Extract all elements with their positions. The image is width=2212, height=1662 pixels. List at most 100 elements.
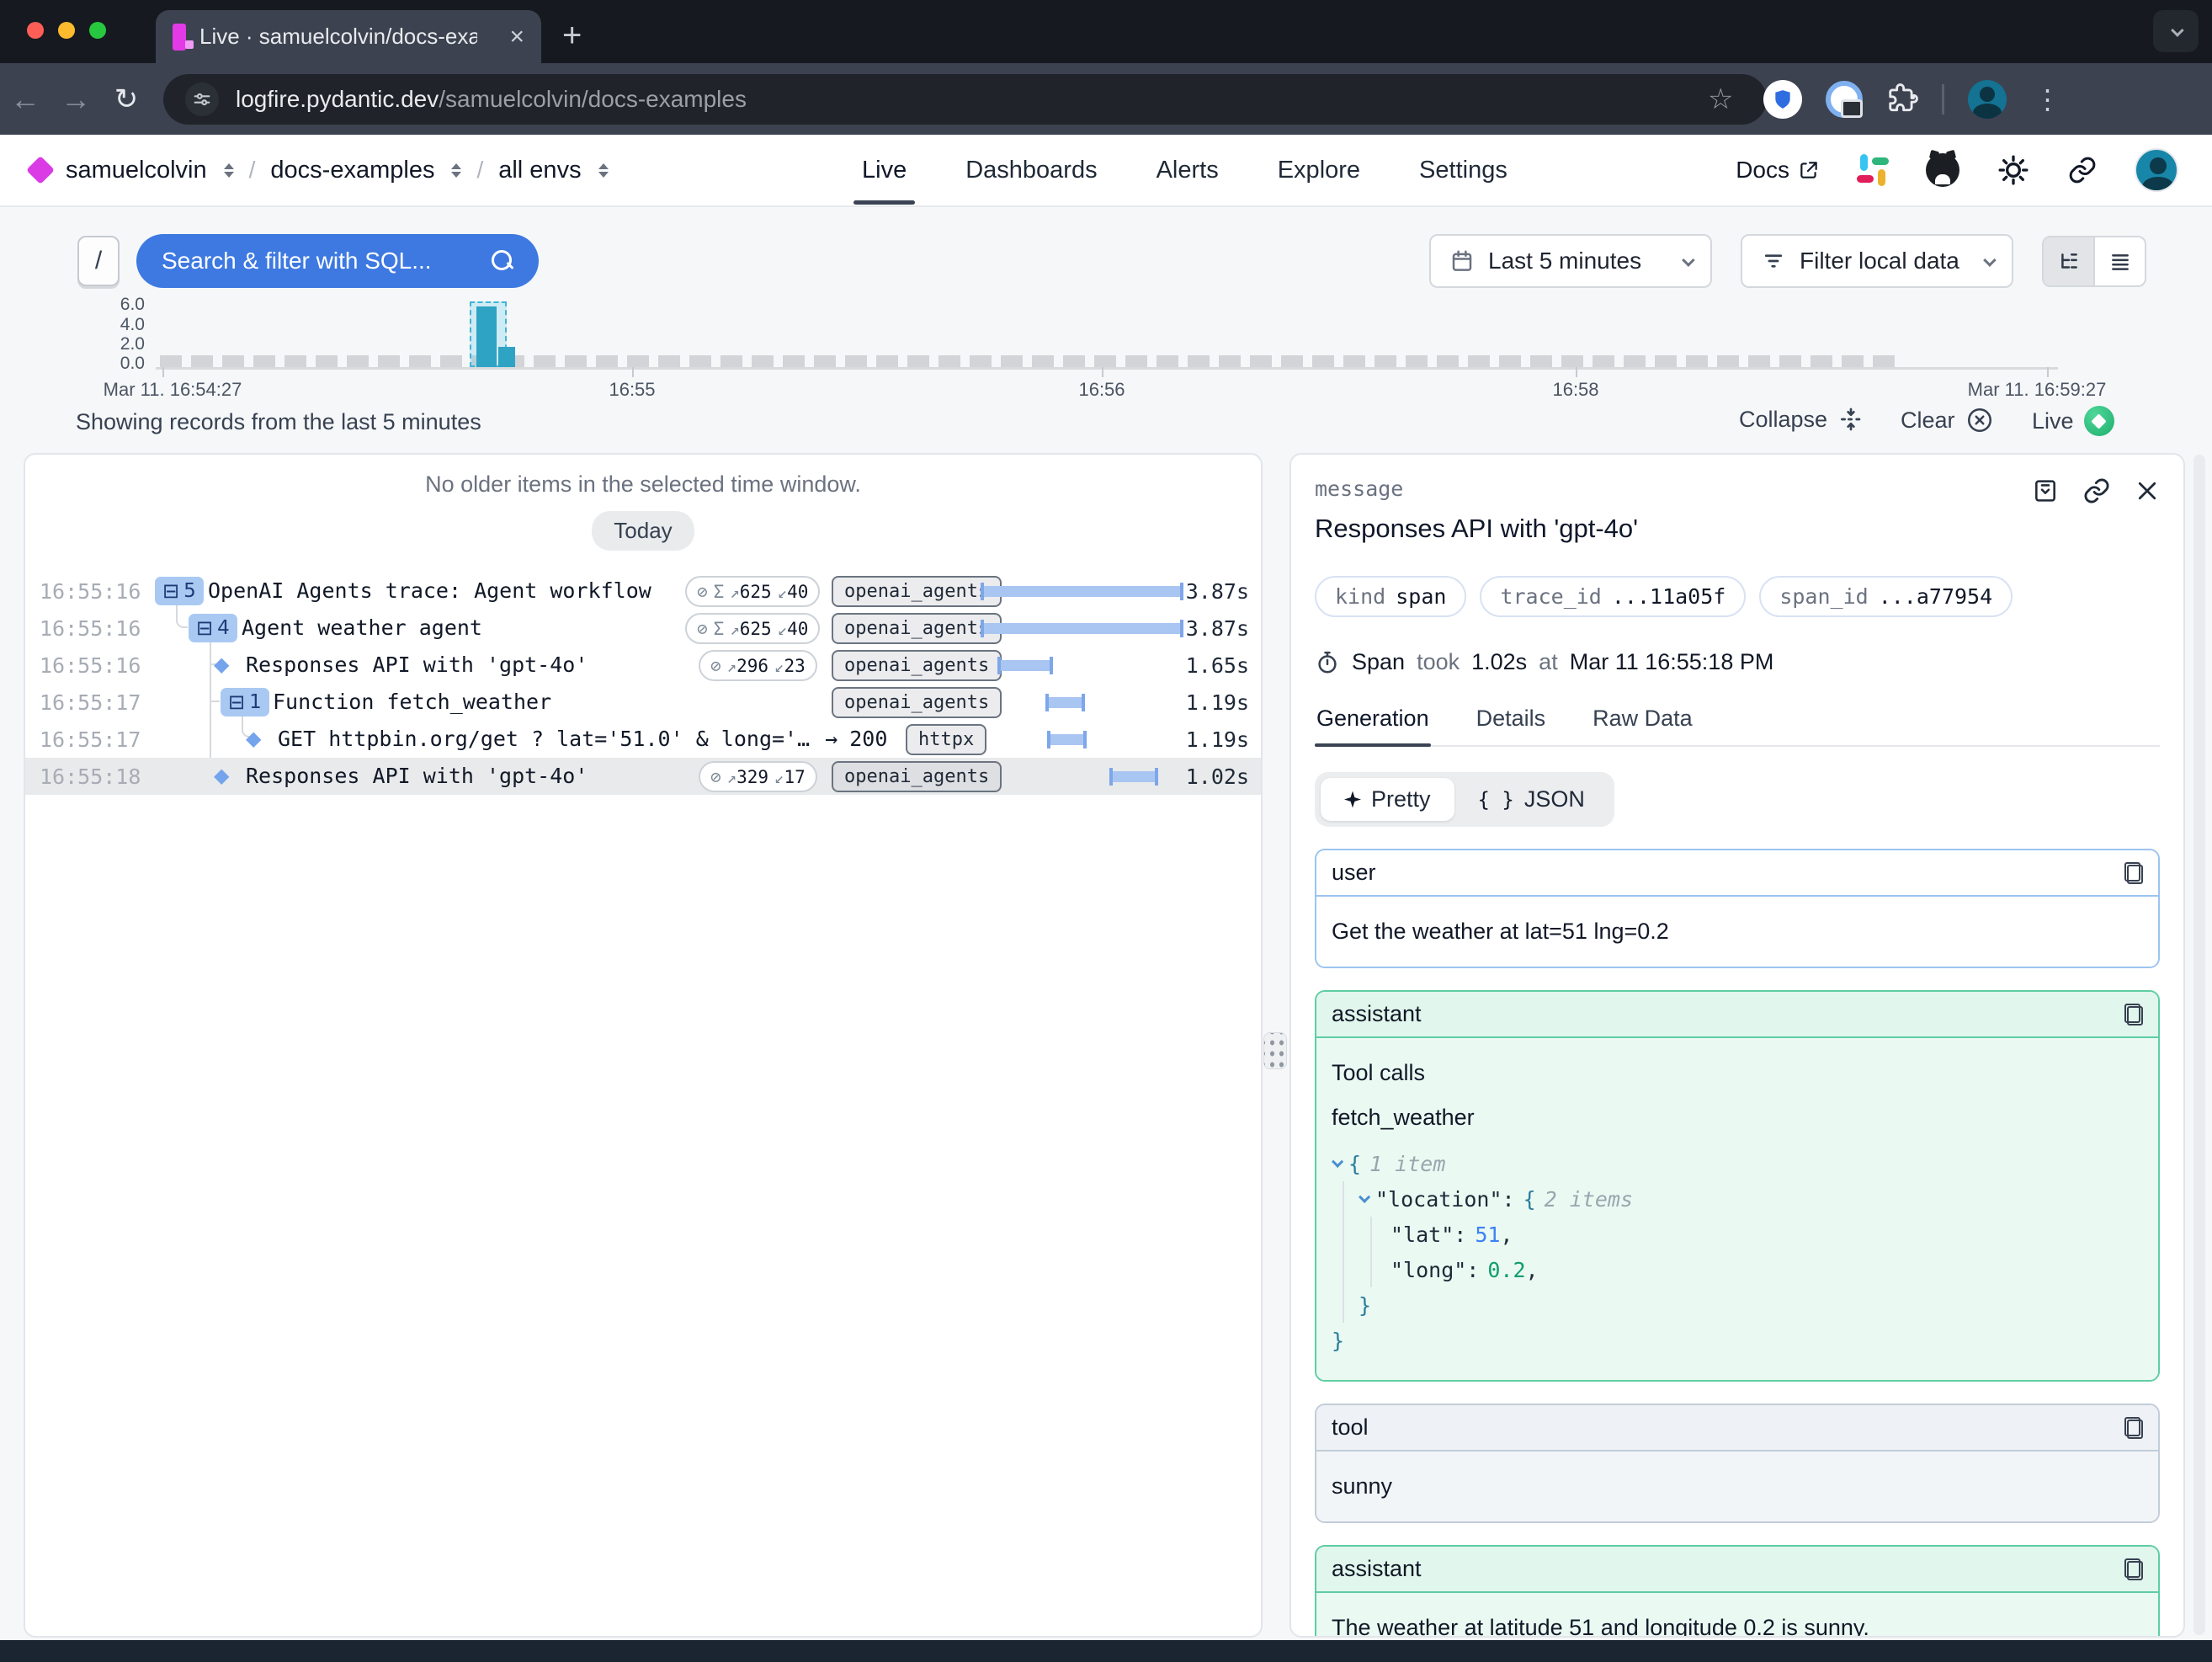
- site-settings-icon[interactable]: [185, 83, 219, 116]
- copy-icon[interactable]: [2124, 862, 2143, 884]
- tree-view-button[interactable]: [2044, 237, 2093, 285]
- scope-tag[interactable]: openai_agents: [832, 687, 1002, 718]
- bookmark-star-icon[interactable]: ☆: [1708, 83, 1733, 116]
- github-icon[interactable]: [1926, 153, 1959, 187]
- project-switcher-icon[interactable]: [451, 163, 461, 178]
- new-tab-button[interactable]: +: [562, 19, 582, 52]
- list-view-button[interactable]: [2093, 237, 2145, 285]
- user-avatar[interactable]: [2135, 148, 2178, 192]
- records-status-text: Showing records from the last 5 minutes: [76, 409, 481, 435]
- duration-bar: [1045, 697, 1085, 708]
- input-tokens-arrow-icon: ↗: [730, 583, 739, 602]
- chart-bar[interactable]: [498, 347, 515, 367]
- url-host: logfire.pydantic.dev: [236, 86, 439, 112]
- scope-tag[interactable]: openai_agents: [832, 650, 1002, 681]
- share-link-icon[interactable]: [2067, 155, 2098, 185]
- tab-live[interactable]: Live: [859, 136, 910, 205]
- table-row[interactable]: 16:55:17 ◆ GET httpbin.org/get ? lat='51…: [25, 721, 1261, 758]
- app-nav: samuelcolvin / docs-examples / all envs …: [0, 135, 2212, 207]
- panel-splitter-handle[interactable]: [1263, 1032, 1287, 1069]
- scope-tag[interactable]: openai_agents: [832, 576, 1002, 607]
- browser-menu-icon[interactable]: ⋮: [2034, 83, 2060, 115]
- search-input[interactable]: Search & filter with SQL...: [136, 234, 539, 288]
- activity-timeline-chart[interactable]: 6.0 4.0 2.0 0.0 Mar 11. 16:54:27 16:55 1…: [0, 295, 2212, 402]
- scrollbar[interactable]: [2193, 455, 2205, 1635]
- tool-calls-label: Tool calls: [1332, 1060, 2143, 1086]
- json-location-line[interactable]: "location": { 2 items: [1359, 1181, 2143, 1217]
- table-row[interactable]: 16:55:16 ⊟4 Agent weather agent ⊘Σ ↗625 …: [25, 610, 1261, 647]
- bitwarden-extension-icon[interactable]: [1763, 80, 1802, 119]
- json-view-button[interactable]: { } JSON: [1454, 778, 1608, 821]
- span-id-pill[interactable]: span_id...a77954: [1759, 576, 2013, 617]
- scope-tag[interactable]: openai_agents: [832, 613, 1002, 644]
- tab-explore[interactable]: Explore: [1274, 136, 1364, 205]
- tab-alerts[interactable]: Alerts: [1153, 136, 1222, 205]
- collapse-chevron-icon[interactable]: [1332, 1156, 1343, 1168]
- address-bar[interactable]: logfire.pydantic.dev/samuelcolvin/docs-e…: [163, 74, 1767, 125]
- extensions-puzzle-icon[interactable]: [1886, 83, 1918, 115]
- env-switcher-icon[interactable]: [598, 163, 609, 178]
- copy-icon[interactable]: [2124, 1417, 2143, 1439]
- span-duration: 1.02s: [1186, 764, 1249, 789]
- forward-button[interactable]: →: [51, 82, 101, 117]
- tab-settings[interactable]: Settings: [1416, 136, 1511, 205]
- archive-icon[interactable]: [2032, 477, 2059, 504]
- copy-link-icon[interactable]: [2082, 477, 2111, 505]
- table-row[interactable]: 16:55:17 ⊟1 Function fetch_weather opena…: [25, 684, 1261, 721]
- collapse-chevron-icon[interactable]: [1359, 1191, 1370, 1203]
- trace-id-pill[interactable]: trace_id...11a05f: [1480, 576, 1746, 617]
- duration-bar: [981, 586, 1183, 597]
- slack-icon[interactable]: [1857, 154, 1889, 186]
- copy-icon[interactable]: [2124, 1558, 2143, 1580]
- scope-tag[interactable]: openai_agents: [832, 761, 1002, 792]
- table-row[interactable]: 16:55:16 ◆ Responses API with 'gpt-4o' ⊘…: [25, 647, 1261, 684]
- scope-tag[interactable]: httpx: [906, 724, 986, 755]
- browser-tab[interactable]: Live · samuelcolvin/docs-exa ×: [156, 10, 541, 63]
- window-minimize-button[interactable]: [58, 22, 75, 39]
- docs-link[interactable]: Docs: [1736, 157, 1820, 184]
- y-tick: 4.0: [84, 315, 145, 335]
- close-icon[interactable]: [2135, 478, 2160, 503]
- chart-bar[interactable]: [476, 306, 497, 367]
- password-extension-icon[interactable]: [1826, 81, 1863, 118]
- span-time: 16:55:17: [40, 690, 141, 715]
- collapse-toggle-badge[interactable]: ⊟4: [189, 614, 237, 642]
- collapse-button[interactable]: Collapse: [1739, 406, 1864, 433]
- breadcrumb-env[interactable]: all envs: [498, 157, 581, 184]
- window-close-button[interactable]: [27, 22, 44, 39]
- copy-icon[interactable]: [2124, 1004, 2143, 1025]
- message-content: Get the weather at lat=51 lng=0.2: [1316, 897, 2158, 967]
- local-filter-dropdown[interactable]: Filter local data: [1741, 234, 2013, 288]
- breadcrumb-org[interactable]: samuelcolvin: [66, 157, 207, 184]
- span-time: 16:55:16: [40, 616, 141, 641]
- window-maximize-button[interactable]: [89, 22, 106, 39]
- breadcrumb-project[interactable]: docs-examples: [270, 157, 434, 184]
- theme-toggle-icon[interactable]: [1997, 153, 2030, 187]
- collapse-toggle-badge[interactable]: ⊟5: [155, 577, 204, 605]
- tab-generation[interactable]: Generation: [1315, 706, 1431, 745]
- back-button[interactable]: ←: [0, 82, 51, 117]
- browser-profile-avatar[interactable]: [1968, 80, 2007, 119]
- detail-tabs: Generation Details Raw Data: [1315, 706, 2160, 747]
- tokens-icon: ⊘: [710, 767, 721, 787]
- tab-close-icon[interactable]: ×: [509, 24, 524, 50]
- render-mode-toggle: Pretty { } JSON: [1315, 772, 1614, 827]
- span-time: 16:55:18: [40, 764, 141, 789]
- tab-search-button[interactable]: [2153, 10, 2199, 52]
- time-range-dropdown[interactable]: Last 5 minutes: [1429, 234, 1712, 288]
- input-tokens-arrow-icon: ↗: [730, 621, 739, 639]
- tab-raw-data[interactable]: Raw Data: [1591, 706, 1694, 745]
- tab-details[interactable]: Details: [1475, 706, 1548, 745]
- clear-button[interactable]: Clear: [1901, 406, 1994, 434]
- json-root-line[interactable]: { 1 item: [1332, 1146, 2143, 1181]
- pretty-view-button[interactable]: Pretty: [1321, 778, 1454, 821]
- org-switcher-icon[interactable]: [224, 163, 234, 178]
- live-toggle-button[interactable]: Live: [2032, 406, 2114, 436]
- today-badge[interactable]: Today: [592, 511, 694, 551]
- collapse-toggle-badge[interactable]: ⊟1: [221, 688, 269, 716]
- table-row[interactable]: 16:55:16 ⊟5 OpenAI Agents trace: Agent w…: [25, 573, 1261, 610]
- table-row-selected[interactable]: 16:55:18 ◆ Responses API with 'gpt-4o' ⊘…: [25, 758, 1261, 795]
- tab-dashboards[interactable]: Dashboards: [962, 136, 1100, 205]
- message-content: The weather at latitude 51 and longitude…: [1316, 1593, 2158, 1638]
- reload-button[interactable]: ↻: [101, 83, 152, 116]
